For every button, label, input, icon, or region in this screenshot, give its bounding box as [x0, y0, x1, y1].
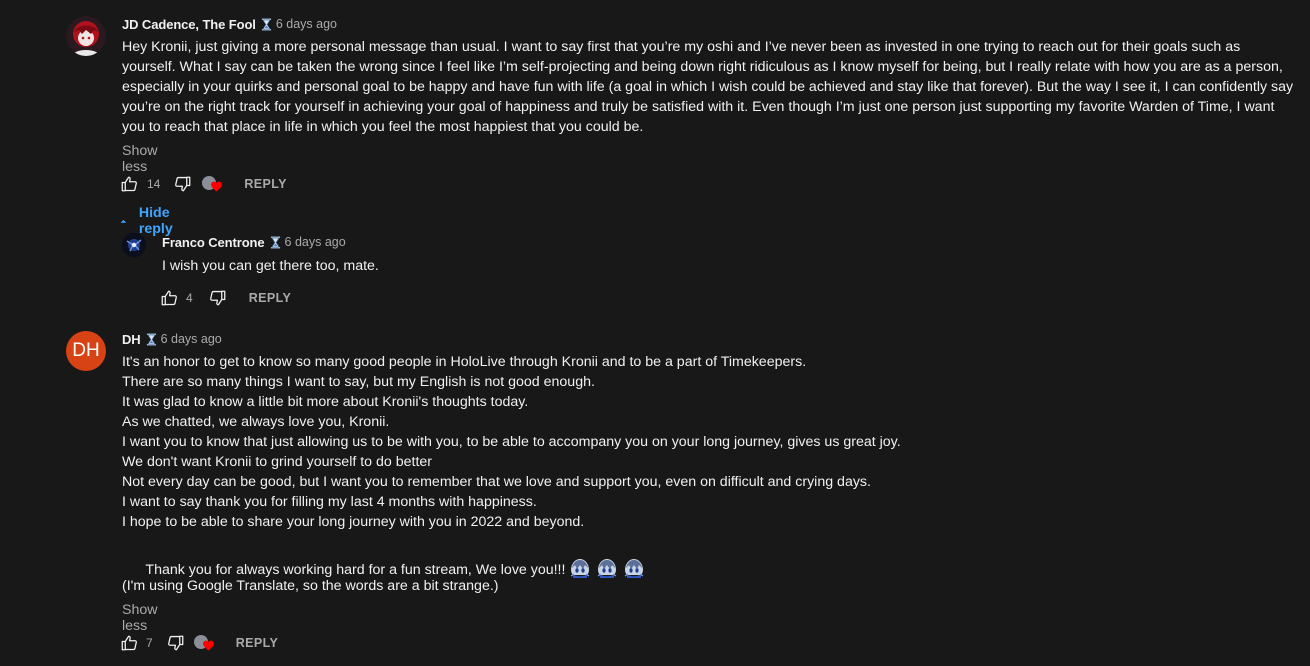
avatar-image-icon — [66, 16, 106, 56]
comment-text-line: you to reach that place in life in which… — [122, 119, 644, 135]
reply-button[interactable]: REPLY — [244, 177, 287, 191]
avatar-initials: DH — [72, 340, 100, 361]
avatar[interactable]: DH — [66, 331, 106, 371]
kronii-emote-icon — [595, 556, 619, 580]
hourglass-icon — [270, 236, 281, 249]
thumbs-up-icon — [120, 634, 138, 652]
avatar-image-icon — [122, 233, 146, 257]
comment-timestamp[interactable]: 6 days ago — [285, 235, 346, 249]
dislike-button[interactable] — [209, 289, 227, 307]
reply-button[interactable]: REPLY — [236, 636, 279, 650]
thumbs-down-icon — [174, 175, 192, 193]
comment-text-line: It was glad to know a little bit more ab… — [122, 394, 529, 410]
like-count: 4 — [186, 291, 193, 305]
thumbs-down-icon — [209, 289, 227, 307]
comment-text-line: Not every day can be good, but I want yo… — [122, 474, 871, 490]
comment-timestamp[interactable]: 6 days ago — [276, 17, 337, 31]
like-button[interactable] — [120, 634, 138, 652]
comment-text: Hey Kronii, just giving a more personal … — [122, 37, 1294, 137]
comment-text-line: It's an honor to get to know so many goo… — [122, 354, 807, 370]
comment-text-line: you’re on the right track for yourself i… — [122, 99, 1275, 115]
hourglass-icon — [261, 18, 272, 31]
comment-author[interactable]: DH — [122, 332, 141, 347]
comment-text-line: I wish you can get there too, mate. — [162, 258, 379, 274]
show-less-button[interactable]: Show less — [122, 143, 158, 175]
show-less-button[interactable]: Show less — [122, 602, 158, 634]
dislike-button[interactable] — [167, 634, 185, 652]
heart-icon — [210, 180, 223, 193]
heart-icon — [202, 639, 215, 652]
comment-text-line: As we chatted, we always love you, Kroni… — [122, 414, 390, 430]
comment-text-line: I want you to know that just allowing us… — [122, 434, 901, 450]
thumbs-up-icon — [120, 175, 138, 193]
comment-timestamp[interactable]: 6 days ago — [161, 332, 222, 346]
comment-text: I wish you can get there too, mate. — [162, 256, 379, 276]
comment-text-line: Hey Kronii, just giving a more personal … — [122, 39, 1241, 55]
comment-text: It's an honor to get to know so many goo… — [122, 352, 1122, 596]
hide-reply-label: Hide reply — [138, 205, 173, 237]
reply-button[interactable]: REPLY — [249, 291, 292, 305]
comment-text-line: We don't want Kronii to grind yourself t… — [122, 454, 433, 470]
comment-text-line: There are so many things I want to say, … — [122, 374, 595, 390]
creator-heart-icon — [202, 174, 224, 194]
avatar[interactable] — [66, 16, 106, 56]
hide-reply-button[interactable]: Hide reply — [120, 205, 178, 237]
thumbs-down-icon — [167, 634, 185, 652]
comment-author[interactable]: JD Cadence, The Fool — [122, 17, 256, 32]
like-button[interactable] — [160, 289, 178, 307]
comment-text-line: yourself. What I say can be taken the wr… — [122, 59, 1283, 75]
kronii-emote-icon — [568, 556, 592, 580]
comment-text-line: Thank you for always working hard for a … — [122, 532, 1122, 556]
hourglass-icon — [146, 333, 157, 346]
like-button[interactable] — [120, 175, 138, 193]
chevron-up-icon — [120, 219, 127, 223]
dislike-button[interactable] — [174, 175, 192, 193]
comment-text-line: especially in your quirks and personal g… — [122, 79, 1294, 95]
like-count: 14 — [147, 177, 161, 191]
thumbs-up-icon — [160, 289, 178, 307]
comment-text-line: I want to say thank you for filling my l… — [122, 494, 537, 510]
comment-author[interactable]: Franco Centrone — [162, 235, 265, 250]
creator-heart-icon — [193, 633, 216, 653]
comment-text-line: I hope to be able to share your long jou… — [122, 514, 585, 530]
like-count: 7 — [146, 636, 153, 650]
avatar[interactable] — [122, 233, 146, 257]
kronii-emote-icon — [622, 556, 646, 580]
